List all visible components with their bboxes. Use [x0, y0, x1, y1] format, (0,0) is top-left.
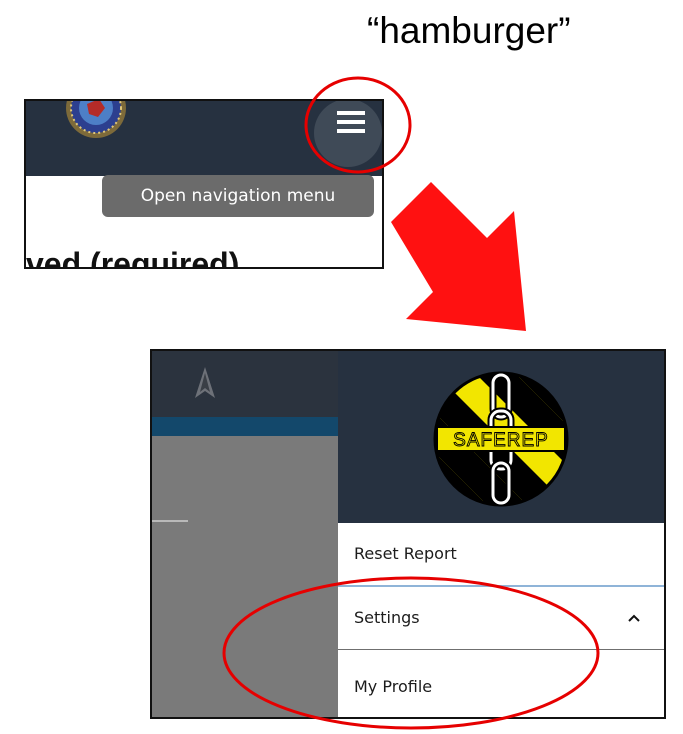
chevron-up-icon[interactable]: [626, 610, 642, 626]
top-screenshot: Open navigation menu ved (required): [24, 99, 384, 269]
settings-label: Settings: [354, 608, 420, 627]
hamburger-button-backdrop: [314, 101, 382, 167]
reset-report-label: Reset Report: [354, 544, 457, 563]
drawer-header: SAFEREP: [338, 351, 664, 523]
dimmed-header: [152, 351, 338, 417]
menu-item-my-profile[interactable]: My Profile: [338, 656, 664, 717]
menu-item-reset-report[interactable]: Reset Report: [338, 523, 664, 587]
hamburger-caption: “hamburger”: [367, 10, 571, 51]
my-profile-label: My Profile: [354, 677, 433, 696]
dimmed-blue-band: [152, 417, 338, 436]
bottom-screenshot: SAFEREP Reset Report Settings My Profile: [150, 349, 666, 719]
dimmed-divider: [152, 520, 188, 522]
navigation-arrow-icon: [195, 367, 215, 398]
saferep-logo-text: SAFEREP: [453, 430, 549, 451]
hamburger-menu-icon[interactable]: [337, 111, 365, 133]
menu-item-settings[interactable]: Settings: [338, 587, 664, 650]
navigation-drawer: SAFEREP Reset Report Settings My Profile: [338, 351, 664, 717]
saferep-logo: SAFEREP: [433, 371, 569, 507]
cut-off-field-label: ved (required): [26, 246, 240, 269]
open-navigation-tooltip: Open navigation menu: [102, 175, 374, 217]
